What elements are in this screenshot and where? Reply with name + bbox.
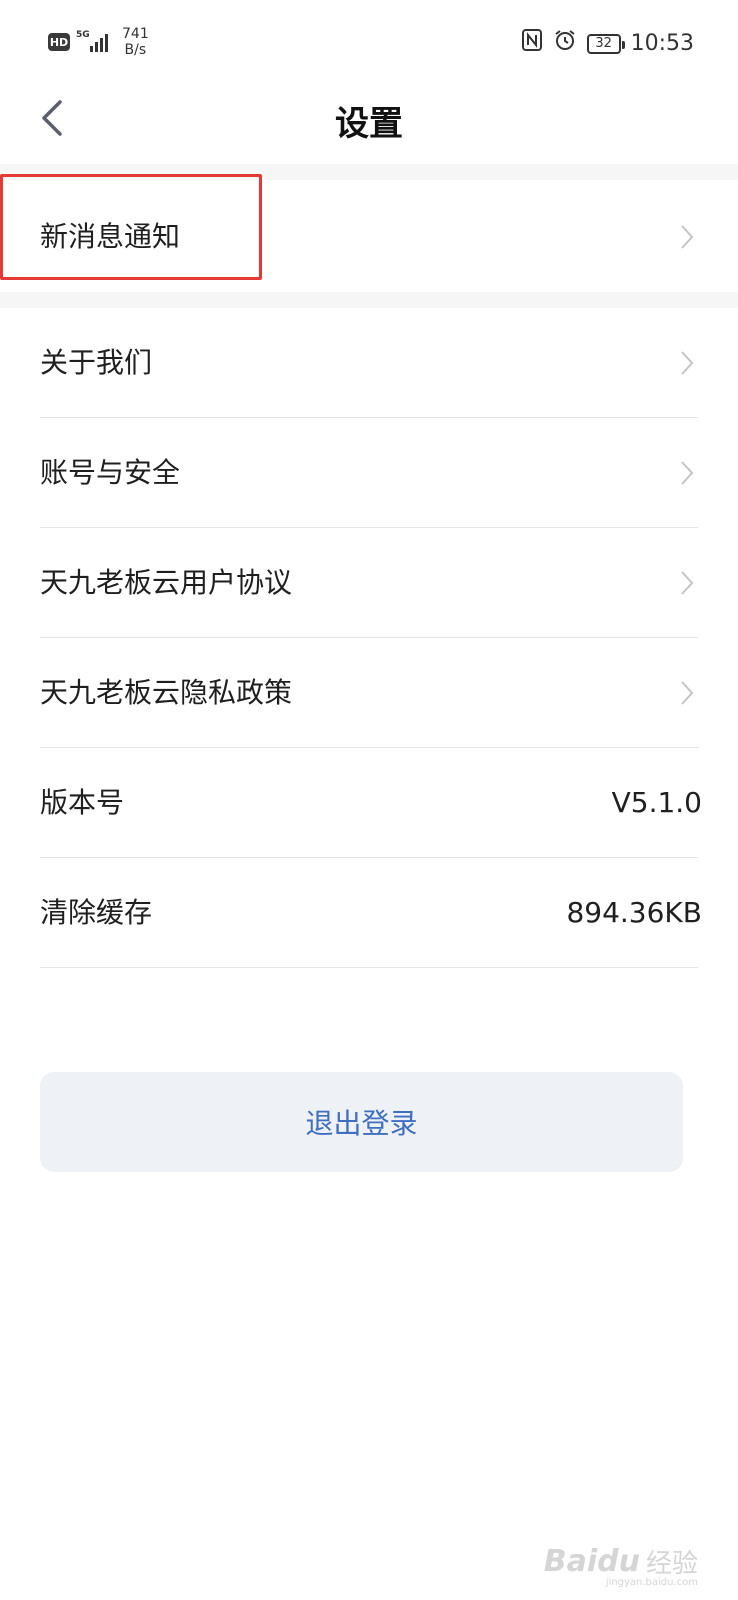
settings-row-clear-cache[interactable]: 清除缓存 894.36KB xyxy=(0,858,738,968)
hd-icon: HD xyxy=(48,33,70,51)
settings-row-privacy-policy[interactable]: 天九老板云隐私政策 xyxy=(0,638,738,748)
row-label: 天九老板云用户协议 xyxy=(40,566,293,599)
chevron-right-icon xyxy=(681,351,694,375)
settings-row-account-security[interactable]: 账号与安全 xyxy=(0,418,738,528)
chevron-right-icon xyxy=(681,681,694,705)
row-label: 关于我们 xyxy=(40,346,153,379)
section-gap xyxy=(0,292,738,308)
row-label: 天九老板云隐私政策 xyxy=(40,676,293,709)
version-value: V5.1.0 xyxy=(611,786,702,819)
logout-button[interactable]: 退出登录 xyxy=(40,1072,683,1172)
clock: 10:53 xyxy=(630,31,694,56)
divider xyxy=(40,967,698,968)
chevron-right-icon xyxy=(681,571,694,595)
status-left: HD 5G 741 B/s xyxy=(48,26,149,58)
signal-icon: 5G xyxy=(76,28,116,56)
settings-row-about-us[interactable]: 关于我们 xyxy=(0,308,738,418)
network-type: 5G xyxy=(76,30,90,40)
nav-header: 设置 xyxy=(0,84,738,164)
network-speed: 741 B/s xyxy=(122,26,149,58)
settings-row-version: 版本号 V5.1.0 xyxy=(0,748,738,858)
status-bar: HD 5G 741 B/s 32 10:53 xyxy=(0,0,738,84)
row-label: 清除缓存 xyxy=(40,896,153,929)
watermark-text: Baidu xyxy=(543,1544,640,1579)
status-right: 32 10:53 xyxy=(521,28,694,59)
chevron-right-icon xyxy=(681,461,694,485)
row-label: 版本号 xyxy=(40,786,125,819)
network-speed-value: 741 xyxy=(122,26,149,42)
row-label: 账号与安全 xyxy=(40,456,181,489)
page-title: 设置 xyxy=(335,104,403,144)
highlight-annotation xyxy=(0,174,262,280)
alarm-icon xyxy=(553,28,577,59)
baidu-watermark-logo: Baidu 经验 jingyan.baidu.com xyxy=(543,1543,698,1588)
battery-icon: 32 xyxy=(586,33,625,54)
network-speed-unit: B/s xyxy=(124,42,147,58)
watermark-cn: 经验 xyxy=(645,1549,698,1579)
cache-size-value: 894.36KB xyxy=(566,896,702,929)
settings-row-user-agreement[interactable]: 天九老板云用户协议 xyxy=(0,528,738,638)
chevron-right-icon xyxy=(681,225,694,249)
watermark-sub: jingyan.baidu.com xyxy=(605,1577,698,1588)
nfc-icon xyxy=(521,28,543,59)
